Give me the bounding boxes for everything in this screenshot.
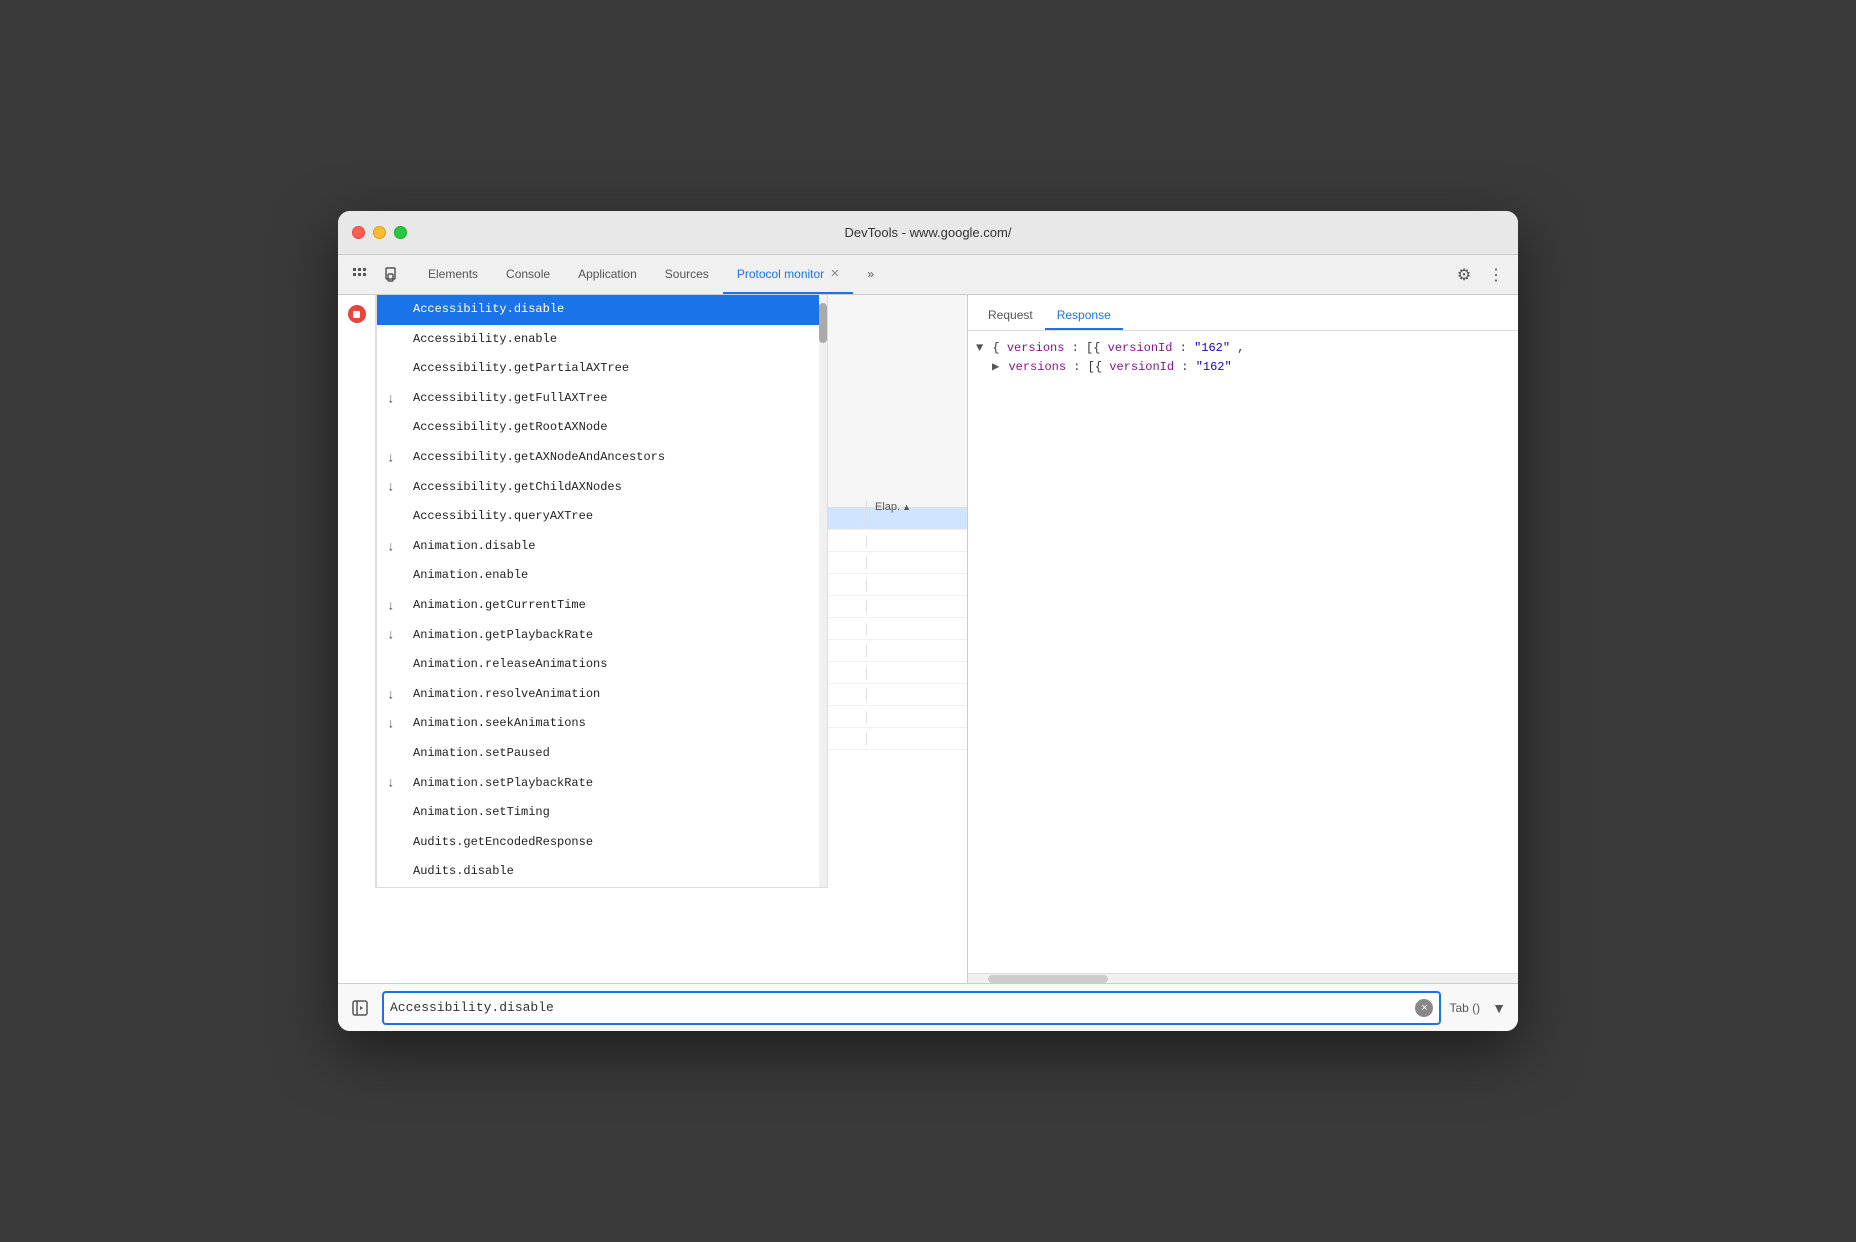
- right-panel-scrollbar[interactable]: [968, 973, 1518, 983]
- autocomplete-item-animation-getplayback[interactable]: ↓ Animation.getPlaybackRate: [377, 621, 827, 651]
- window-title: DevTools - www.google.com/: [845, 225, 1012, 240]
- tab-hint: Tab (): [1449, 1001, 1480, 1015]
- arrow-icon: ↓: [387, 712, 395, 735]
- autocomplete-item-animation-getcurrent[interactable]: ↓ Animation.getCurrentTime: [377, 591, 827, 621]
- toolbar-icons: [346, 255, 414, 294]
- autocomplete-item-accessibility-getroot[interactable]: Accessibility.getRootAXNode: [377, 413, 827, 443]
- autocomplete-item-audits-disable[interactable]: Audits.disable: [377, 857, 827, 887]
- command-input[interactable]: [390, 1000, 1415, 1015]
- traffic-lights: [352, 226, 407, 239]
- inspect-icon[interactable]: [346, 261, 374, 289]
- arrow-icon: ↓: [387, 446, 395, 469]
- tab-protocol-monitor[interactable]: Protocol monitor ✕: [723, 255, 854, 294]
- minimize-button[interactable]: [373, 226, 386, 239]
- sidebar-panel-icon[interactable]: [346, 994, 374, 1022]
- tab-request[interactable]: Request: [976, 302, 1045, 330]
- autocomplete-item-accessibility-getpartial[interactable]: Accessibility.getPartialAXTree: [377, 354, 827, 384]
- stop-recording-button[interactable]: [348, 305, 366, 323]
- devtools-tabs-bar: Elements Console Application Sources Pro…: [338, 255, 1518, 295]
- arrow-icon: ↓: [387, 594, 395, 617]
- collapse-triangle[interactable]: ▼: [976, 341, 983, 355]
- main-area: Type se Elap. ▲ ions": [338, 295, 1518, 983]
- col-header-elapsed[interactable]: Elap. ▲: [867, 501, 967, 513]
- arrow-icon: ↓: [387, 476, 395, 499]
- dropdown-arrow-icon[interactable]: ▼: [1488, 1000, 1510, 1016]
- autocomplete-dropdown: Accessibility.disable Accessibility.enab…: [376, 295, 828, 888]
- autocomplete-item-animation-resolve[interactable]: ↓ Animation.resolveAnimation: [377, 680, 827, 710]
- expand-triangle[interactable]: ▶: [992, 360, 999, 374]
- autocomplete-item-accessibility-queryax[interactable]: Accessibility.queryAXTree: [377, 502, 827, 532]
- autocomplete-item-animation-settiming[interactable]: Animation.setTiming: [377, 798, 827, 828]
- tab-close-icon[interactable]: ✕: [830, 267, 839, 280]
- right-panel-content: ▼ { versions : [{ versionId : "162" , ▶ …: [968, 331, 1518, 973]
- maximize-button[interactable]: [394, 226, 407, 239]
- arrow-icon: ↓: [387, 535, 395, 558]
- autocomplete-item-animation-enable[interactable]: Animation.enable: [377, 561, 827, 591]
- tab-sources[interactable]: Sources: [651, 255, 723, 294]
- bottom-bar: × Tab () ▼: [338, 983, 1518, 1031]
- tab-application[interactable]: Application: [564, 255, 651, 294]
- autocomplete-item-accessibility-getaxnode[interactable]: ↓ Accessibility.getAXNodeAndAncestors: [377, 443, 827, 473]
- right-tabs: Request Response: [968, 295, 1518, 331]
- json-line-1: ▼ { versions : [{ versionId : "162" ,: [976, 339, 1510, 358]
- left-panel: Type se Elap. ▲ ions": [338, 295, 968, 983]
- autocomplete-item-accessibility-disable[interactable]: Accessibility.disable: [377, 295, 827, 325]
- autocomplete-item-animation-release[interactable]: Animation.releaseAnimations: [377, 650, 827, 680]
- arrow-icon: ↓: [387, 772, 395, 795]
- autocomplete-item-animation-seek[interactable]: ↓ Animation.seekAnimations: [377, 709, 827, 739]
- autocomplete-item-animation-setpaused[interactable]: Animation.setPaused: [377, 739, 827, 769]
- autocomplete-item-accessibility-enable[interactable]: Accessibility.enable: [377, 325, 827, 355]
- autocomplete-item-animation-disable[interactable]: ↓ Animation.disable: [377, 532, 827, 562]
- right-panel: Request Response ▼ { versions : [{ versi…: [968, 295, 1518, 983]
- arrow-icon: ↓: [387, 624, 395, 647]
- tabs-right-icons: ⚙ ⋮: [1450, 255, 1518, 294]
- close-button[interactable]: [352, 226, 365, 239]
- right-panel-scrollbar-thumb[interactable]: [988, 975, 1108, 983]
- autocomplete-item-animation-setplayback[interactable]: ↓ Animation.setPlaybackRate: [377, 769, 827, 799]
- autocomplete-item-audits-getencoded[interactable]: Audits.getEncodedResponse: [377, 828, 827, 858]
- autocomplete-area: Accessibility.disable Accessibility.enab…: [338, 295, 828, 888]
- json-line-2: ▶ versions : [{ versionId : "162": [976, 358, 1510, 377]
- autocomplete-scrollbar[interactable]: [819, 295, 827, 887]
- autocomplete-scrollbar-thumb[interactable]: [819, 303, 827, 343]
- tab-more-icon[interactable]: »: [853, 255, 888, 294]
- arrow-icon: ↓: [387, 683, 395, 706]
- arrow-icon: ↓: [387, 387, 395, 410]
- tab-console[interactable]: Console: [492, 255, 564, 294]
- more-options-icon[interactable]: ⋮: [1482, 261, 1510, 289]
- autocomplete-item-accessibility-getfull[interactable]: ↓ Accessibility.getFullAXTree: [377, 384, 827, 414]
- settings-icon[interactable]: ⚙: [1450, 261, 1478, 289]
- tab-response[interactable]: Response: [1045, 302, 1123, 330]
- tab-elements[interactable]: Elements: [414, 255, 492, 294]
- clear-input-button[interactable]: ×: [1415, 999, 1433, 1017]
- devtools-window: DevTools - www.google.com/: [338, 211, 1518, 1031]
- autocomplete-item-accessibility-getchildax[interactable]: ↓ Accessibility.getChildAXNodes: [377, 473, 827, 503]
- device-toggle-icon[interactable]: [378, 261, 406, 289]
- title-bar: DevTools - www.google.com/: [338, 211, 1518, 255]
- command-input-wrapper: ×: [382, 991, 1441, 1025]
